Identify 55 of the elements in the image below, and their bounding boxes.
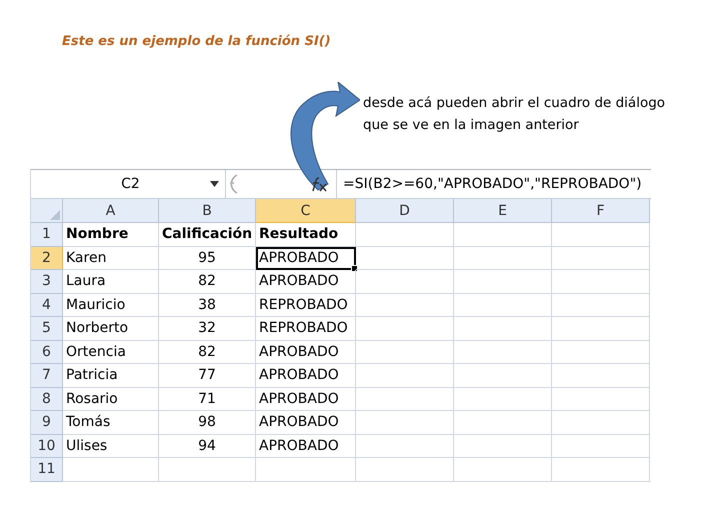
page-title: Este es un ejemplo de la función SI() — [62, 34, 331, 49]
table-cell: APROBADO — [256, 388, 356, 411]
table-cell: Rosario — [63, 388, 159, 411]
table-cell: 32 — [159, 317, 256, 340]
column-header[interactable]: C — [256, 199, 356, 223]
table-cell: 94 — [159, 434, 256, 458]
dropdown-arrow-icon[interactable] — [210, 181, 219, 187]
column-header[interactable]: F — [552, 199, 650, 223]
column-header[interactable]: B — [159, 199, 256, 223]
row-header[interactable]: 1 — [31, 223, 63, 246]
name-box[interactable]: C2 — [31, 170, 226, 198]
row-header[interactable]: 3 — [31, 270, 63, 294]
fill-handle[interactable] — [351, 265, 358, 272]
table-cell: APROBADO — [256, 270, 356, 294]
table-cell: REPROBADO — [256, 294, 356, 317]
table-cell: Ulises — [63, 434, 159, 458]
formula-field[interactable]: =SI(B2>=60,"APROBADO","REPROBADO") — [337, 170, 642, 198]
row-header[interactable]: 7 — [31, 364, 63, 388]
table-cell: Patricia — [63, 364, 159, 388]
row-header[interactable]: 8 — [31, 388, 63, 411]
row-header[interactable]: 10 — [31, 434, 63, 458]
column-header[interactable]: D — [356, 199, 454, 223]
table-cell: Laura — [63, 270, 159, 294]
table-cell: Karen — [63, 246, 159, 270]
table-cell: REPROBADO — [256, 317, 356, 340]
table-cell: 82 — [159, 270, 256, 294]
table-cell: Mauricio — [63, 294, 159, 317]
column-title: Nombre — [63, 223, 159, 246]
table-cell: 38 — [159, 294, 256, 317]
table-cell: 71 — [159, 388, 256, 411]
column-title: Calificación — [159, 223, 256, 246]
row-header[interactable]: 6 — [31, 340, 63, 364]
column-title: Resultado — [256, 223, 356, 246]
function-icon[interactable] — [310, 176, 328, 192]
table-cell: APROBADO — [256, 364, 356, 388]
table-cell: APROBADO — [256, 411, 356, 434]
column-header[interactable]: A — [63, 199, 159, 223]
table-cell: 77 — [159, 364, 256, 388]
table-cell: APROBADO — [256, 246, 356, 270]
table-cell: 82 — [159, 340, 256, 364]
table-cell: APROBADO — [256, 434, 356, 458]
table-cell: Norberto — [63, 317, 159, 340]
row-header[interactable]: 11 — [31, 458, 63, 482]
row-header[interactable]: 4 — [31, 294, 63, 317]
annotation-text: desde acá pueden abrir el cuadro de diálogo — [363, 95, 666, 111]
table-cell: APROBADO — [256, 340, 356, 364]
table-cell: 98 — [159, 411, 256, 434]
row-header[interactable]: 9 — [31, 411, 63, 434]
annotation-text: que se ve en la imagen anterior — [363, 117, 580, 133]
table-cell: Ortencia — [63, 340, 159, 364]
row-header[interactable]: 5 — [31, 317, 63, 340]
row-header[interactable]: 2 — [31, 246, 63, 270]
column-header[interactable]: E — [454, 199, 552, 223]
table-cell: Tomás — [63, 411, 159, 434]
table-cell: 95 — [159, 246, 256, 270]
